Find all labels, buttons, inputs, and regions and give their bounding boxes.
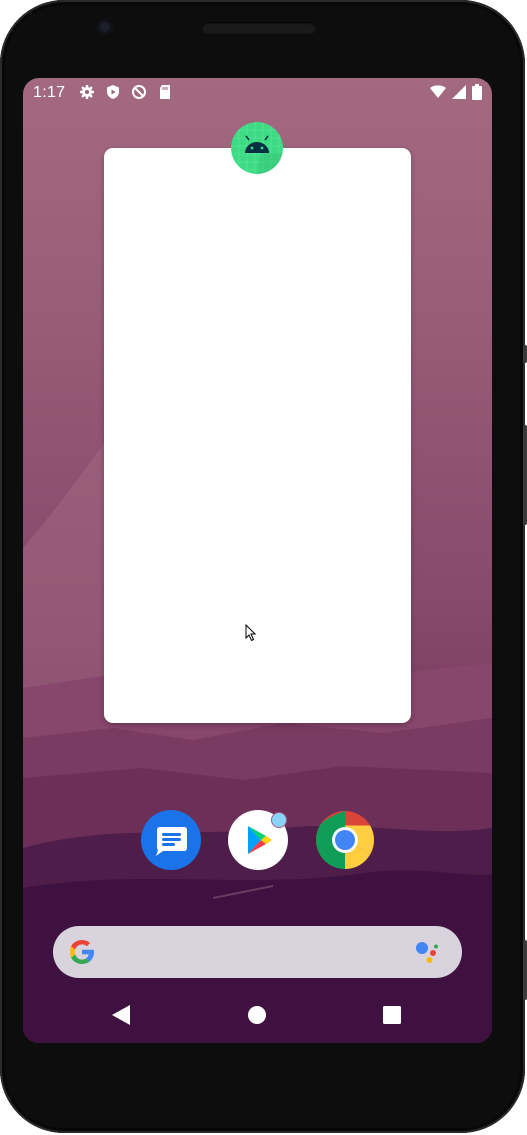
widget-preview-card[interactable] bbox=[104, 148, 411, 723]
back-button[interactable] bbox=[111, 1004, 131, 1026]
side-button bbox=[523, 345, 527, 363]
android-robot-icon bbox=[231, 122, 283, 174]
sd-card-icon bbox=[160, 85, 170, 99]
volume-button bbox=[523, 425, 527, 525]
chrome-app-icon[interactable] bbox=[315, 810, 375, 870]
google-assistant-icon bbox=[416, 942, 438, 963]
cell-signal-icon bbox=[452, 85, 466, 99]
recents-button[interactable] bbox=[383, 1006, 401, 1024]
home-screen: 1:17 bbox=[23, 78, 492, 1043]
status-bar: 1:17 bbox=[23, 78, 492, 108]
settings-icon bbox=[80, 85, 94, 99]
google-search-bar[interactable] bbox=[53, 926, 462, 978]
android-app-icon[interactable] bbox=[231, 122, 283, 174]
home-button[interactable] bbox=[248, 1006, 266, 1024]
earpiece-speaker bbox=[202, 22, 316, 34]
data-saver-icon bbox=[132, 85, 146, 99]
messages-app-icon[interactable] bbox=[141, 810, 201, 870]
chrome-logo-icon bbox=[316, 811, 374, 869]
messages-bubble-icon bbox=[156, 827, 187, 856]
google-g-icon bbox=[70, 940, 94, 964]
play-protect-icon bbox=[107, 85, 119, 99]
wifi-icon bbox=[430, 85, 446, 98]
front-camera bbox=[97, 19, 113, 35]
mouse-cursor-icon bbox=[245, 624, 257, 642]
phone-frame: 1:17 bbox=[0, 0, 527, 1133]
power-button bbox=[523, 940, 527, 1000]
battery-icon bbox=[472, 84, 482, 100]
status-time: 1:17 bbox=[33, 84, 66, 101]
notification-dot bbox=[271, 812, 287, 828]
